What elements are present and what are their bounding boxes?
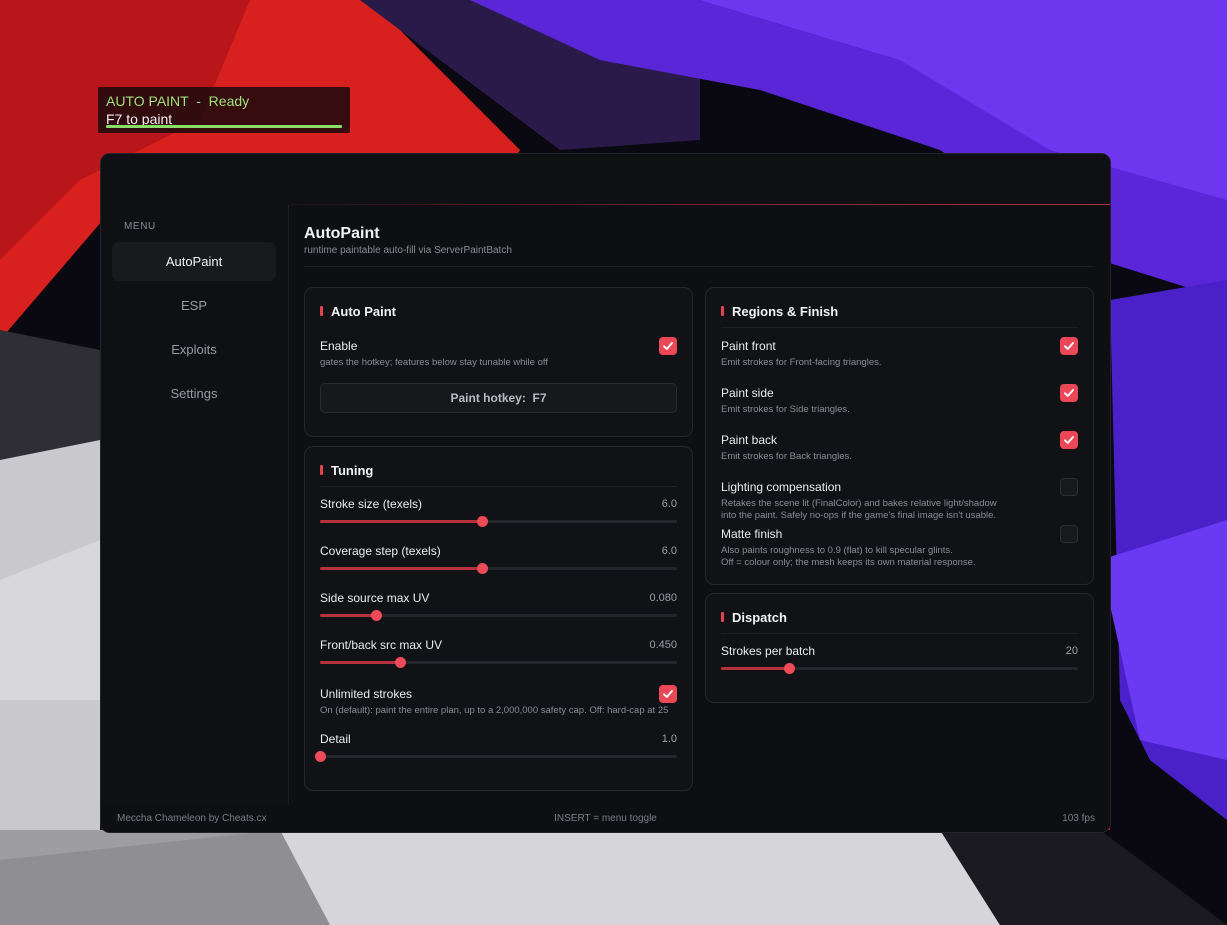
paint-side-description: Emit strokes for Side triangles.: [721, 404, 850, 415]
checkmark-icon: [663, 342, 673, 350]
autopaint-status-hud: AUTO PAINT - Ready F7 to paint: [98, 87, 350, 133]
slider-fill: [320, 661, 401, 664]
front-back-max-uv-value: 0.450: [649, 639, 677, 651]
window-titlebar[interactable]: [101, 154, 1110, 204]
checkmark-icon: [1064, 436, 1074, 444]
section-marker: [320, 465, 323, 475]
coverage-step-slider[interactable]: [320, 563, 677, 574]
paint-side-checkbox[interactable]: [1060, 384, 1078, 402]
detail-slider[interactable]: [315, 751, 677, 762]
enable-description: gates the hotkey; features below stay tu…: [320, 357, 548, 368]
slider-handle[interactable]: [371, 610, 383, 621]
checkmark-icon: [1064, 342, 1074, 350]
sidebar-item-label: AutoPaint: [165, 254, 223, 269]
matte-finish-label: Matte finish: [721, 527, 783, 541]
slider-handle[interactable]: [783, 663, 795, 674]
section-marker: [320, 306, 323, 316]
enable-checkbox[interactable]: [659, 337, 677, 355]
unlimited-strokes-checkbox[interactable]: [659, 685, 677, 703]
fps-counter: 103 fps: [1062, 813, 1095, 824]
sidebar-item-autopaint[interactable]: AutoPaint: [112, 242, 276, 281]
lighting-compensation-description-line1: Retakes the scene lit (FinalColor) and b…: [721, 498, 997, 509]
stroke-size-label: Stroke size (texels): [320, 497, 423, 511]
lighting-compensation-description-line2: into the paint. Safely no-ops if the gam…: [721, 510, 997, 521]
paint-front-description: Emit strokes for Front-facing triangles.: [721, 357, 882, 368]
hud-status-text: AUTO PAINT - Ready: [106, 93, 250, 109]
card-title: Dispatch: [732, 609, 787, 625]
matte-finish-description-line2: Off = colour only; the mesh keeps its ow…: [721, 557, 976, 568]
unlimited-strokes-description: On (default): paint the entire plan, up …: [320, 705, 669, 716]
slider-handle[interactable]: [315, 751, 326, 762]
sidebar-item-settings[interactable]: Settings: [112, 374, 276, 413]
side-max-uv-label: Side source max UV: [320, 591, 430, 605]
card-title: Regions & Finish: [732, 303, 839, 319]
status-footer: Meccha Chameleon by Cheats.cx INSERT = m…: [101, 805, 1110, 832]
checkmark-icon: [1064, 389, 1074, 397]
matte-finish-description-line1: Also paints roughness to 0.9 (flat) to k…: [721, 545, 953, 556]
detail-label: Detail: [320, 732, 351, 746]
sidebar-item-esp[interactable]: ESP: [112, 286, 276, 325]
strokes-per-batch-value: 20: [1065, 645, 1078, 657]
card-title: Tuning: [331, 462, 374, 478]
slider-handle[interactable]: [477, 563, 489, 574]
regions-finish-card: Regions & Finish Paint front Emit stroke…: [705, 287, 1094, 585]
card-divider: [721, 633, 1078, 634]
side-max-uv-value: 0.080: [649, 592, 677, 604]
front-back-max-uv-slider[interactable]: [320, 657, 677, 668]
menu-label: MENU: [124, 221, 156, 232]
card-divider: [320, 486, 677, 487]
coverage-step-value: 6.0: [661, 545, 677, 557]
slider-handle[interactable]: [395, 657, 407, 668]
sidebar-item-label: Exploits: [171, 342, 217, 357]
paint-back-label: Paint back: [721, 433, 778, 447]
section-marker: [721, 306, 724, 316]
card-title: Auto Paint: [331, 303, 396, 319]
strokes-per-batch-label: Strokes per batch: [721, 644, 816, 658]
footer-toggle-hint: INSERT = menu toggle: [554, 813, 657, 824]
paint-hotkey-button[interactable]: Paint hotkey: F7: [320, 383, 677, 413]
page-title: AutoPaint: [304, 225, 380, 242]
strokes-per-batch-slider[interactable]: [721, 663, 1078, 674]
dispatch-card: Dispatch Strokes per batch 20: [705, 593, 1094, 703]
enable-label: Enable: [320, 339, 358, 353]
lighting-compensation-label: Lighting compensation: [721, 480, 842, 494]
card-divider: [721, 327, 1078, 328]
paint-back-checkbox[interactable]: [1060, 431, 1078, 449]
card-header: Dispatch: [721, 609, 787, 625]
lighting-compensation-checkbox[interactable]: [1060, 478, 1078, 496]
main-content: AutoPaint runtime paintable auto-fill vi…: [289, 205, 1110, 805]
card-header: Tuning: [320, 462, 373, 478]
hud-progress-bar: [106, 125, 342, 128]
matte-finish-checkbox[interactable]: [1060, 525, 1078, 543]
auto-paint-card: Auto Paint Enable gates the hotkey; feat…: [304, 287, 693, 437]
paint-front-checkbox[interactable]: [1060, 337, 1078, 355]
paint-back-description: Emit strokes for Back triangles.: [721, 451, 852, 462]
cheat-menu-window: MENU AutoPaint ESP Exploits Settings Aut…: [100, 153, 1111, 833]
unlimited-strokes-label: Unlimited strokes: [320, 687, 413, 701]
front-back-max-uv-label: Front/back src max UV: [320, 638, 443, 652]
paint-front-label: Paint front: [721, 339, 776, 353]
section-marker: [721, 612, 724, 622]
side-max-uv-slider[interactable]: [320, 610, 677, 621]
sidebar-item-label: ESP: [180, 298, 207, 313]
card-header: Regions & Finish: [721, 303, 838, 319]
paint-side-label: Paint side: [721, 386, 774, 400]
sidebar-item-label: Settings: [170, 386, 218, 401]
slider-fill: [320, 567, 483, 570]
coverage-step-label: Coverage step (texels): [320, 544, 441, 558]
sidebar: MENU AutoPaint ESP Exploits Settings: [101, 205, 289, 805]
checkmark-icon: [663, 690, 673, 698]
slider-fill: [320, 614, 377, 617]
stroke-size-slider[interactable]: [320, 516, 677, 527]
detail-value: 1.0: [661, 733, 677, 745]
slider-fill: [320, 520, 483, 523]
stroke-size-value: 6.0: [661, 498, 677, 510]
slider-fill: [721, 667, 789, 670]
header-divider: [304, 266, 1094, 267]
sidebar-item-exploits[interactable]: Exploits: [112, 330, 276, 369]
tuning-card: Tuning Stroke size (texels) 6.0 Coverage…: [304, 446, 693, 791]
page-subtitle: runtime paintable auto-fill via ServerPa…: [304, 245, 512, 256]
slider-handle[interactable]: [477, 516, 489, 527]
card-header: Auto Paint: [320, 303, 396, 319]
